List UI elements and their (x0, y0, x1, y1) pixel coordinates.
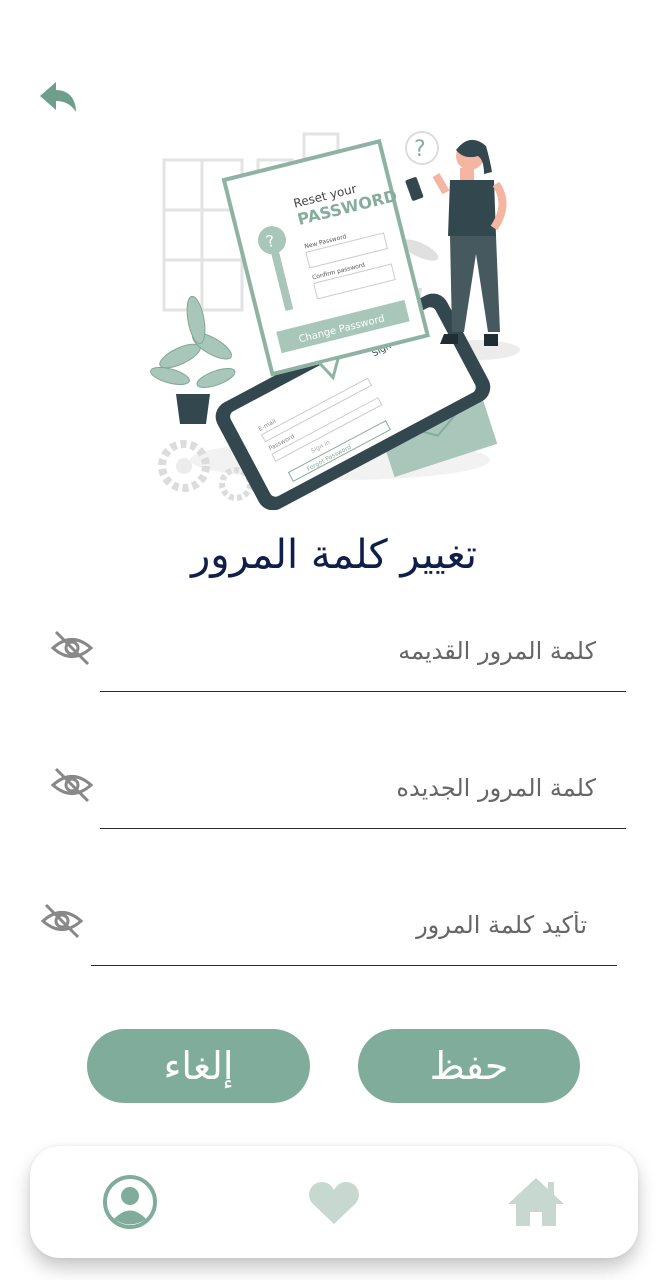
profile-icon (103, 1175, 157, 1229)
bottom-nav (30, 1146, 638, 1258)
cancel-button[interactable]: إلغاء (87, 1029, 310, 1103)
new-password-underline (100, 827, 626, 829)
nav-favorites[interactable] (306, 1174, 366, 1230)
nav-home[interactable] (506, 1174, 566, 1230)
new-password-input[interactable] (100, 759, 598, 817)
back-arrow-icon (40, 82, 76, 112)
old-password-visibility-toggle[interactable] (50, 628, 94, 668)
page-title: تغيير كلمة المرور (190, 532, 478, 578)
nav-profile[interactable] (102, 1174, 162, 1230)
eye-off-icon (50, 630, 94, 666)
heart-icon (309, 1182, 359, 1224)
home-icon (508, 1178, 564, 1226)
confirm-password-visibility-toggle[interactable] (40, 901, 84, 941)
confirm-password-underline (91, 964, 617, 966)
new-password-field (100, 749, 626, 829)
reset-password-illustration: Sign in E-mail Password Sign in Forgot P… (140, 120, 540, 511)
save-button[interactable]: حفظ (358, 1029, 580, 1103)
old-password-input[interactable] (100, 622, 598, 680)
new-password-visibility-toggle[interactable] (50, 765, 94, 805)
eye-off-icon (40, 903, 84, 939)
back-button[interactable] (36, 78, 82, 118)
confirm-password-field (91, 886, 617, 966)
old-password-field (100, 612, 626, 692)
thinking-question-mark: ? (414, 137, 426, 162)
confirm-password-input[interactable] (91, 896, 589, 954)
eye-off-icon (50, 767, 94, 803)
old-password-underline (100, 690, 626, 692)
